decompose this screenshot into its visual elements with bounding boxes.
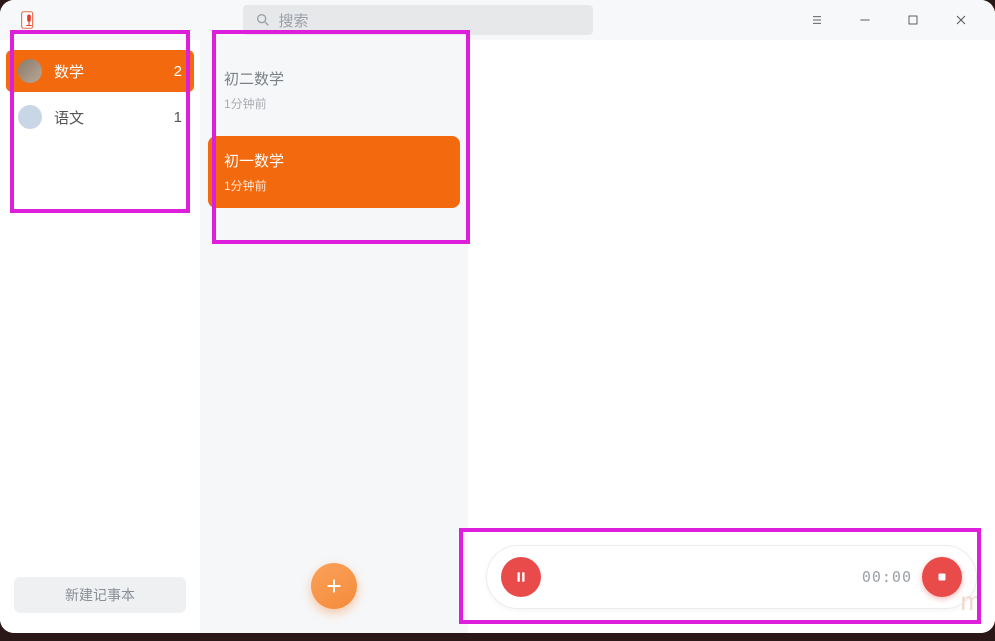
recorder-time: 00:00	[862, 568, 912, 586]
plus-icon	[323, 575, 345, 597]
titlebar: 搜索	[0, 0, 995, 40]
sidebar-item-chinese[interactable]: 语文 1	[6, 96, 194, 138]
stop-recording-button[interactable]	[922, 557, 962, 597]
notebook-label: 数学	[54, 61, 174, 82]
search-icon	[255, 12, 271, 28]
notebook-count: 2	[174, 63, 182, 80]
window-controls	[795, 2, 983, 38]
new-notebook-button[interactable]: 新建记事本	[14, 577, 186, 613]
close-icon	[953, 12, 969, 28]
close-button[interactable]	[939, 2, 983, 38]
note-time: 1分钟前	[224, 95, 444, 112]
recorder-bar: 00:00	[486, 545, 977, 609]
note-time: 1分钟前	[224, 177, 444, 194]
notes-list: 初二数学 1分钟前 初一数学 1分钟前	[208, 54, 460, 621]
notebook-avatar-icon	[18, 105, 42, 129]
stop-icon	[935, 570, 949, 584]
note-item[interactable]: 初一数学 1分钟前	[208, 136, 460, 208]
app-icon	[18, 9, 40, 31]
pause-recording-button[interactable]	[501, 557, 541, 597]
note-title: 初一数学	[224, 150, 444, 171]
notebook-avatar-icon	[18, 59, 42, 83]
notebook-label: 语文	[54, 107, 174, 128]
minimize-icon	[857, 12, 873, 28]
note-title: 初二数学	[224, 68, 444, 89]
pause-icon	[514, 570, 528, 584]
menu-button[interactable]	[795, 2, 839, 38]
new-notebook-label: 新建记事本	[65, 585, 135, 605]
notebook-count: 1	[174, 109, 182, 126]
search-placeholder: 搜索	[279, 10, 309, 31]
note-item[interactable]: 初二数学 1分钟前	[208, 54, 460, 126]
app-window: 搜索 数学 2	[0, 0, 995, 633]
sidebar-item-math[interactable]: 数学 2	[6, 50, 194, 92]
main: 数学 2 语文 1 新建记事本 初二数学 1分钟前	[0, 40, 995, 633]
hamburger-icon	[809, 12, 825, 28]
notebook-list: 数学 2 语文 1	[6, 50, 194, 569]
notes-column: 初二数学 1分钟前 初一数学 1分钟前	[200, 40, 468, 633]
maximize-button[interactable]	[891, 2, 935, 38]
new-note-button[interactable]	[311, 563, 357, 609]
minimize-button[interactable]	[843, 2, 887, 38]
maximize-icon	[905, 12, 921, 28]
editor-column: 00:00	[468, 40, 995, 633]
sidebar: 数学 2 语文 1 新建记事本	[0, 40, 200, 633]
search-input[interactable]: 搜索	[243, 5, 593, 35]
